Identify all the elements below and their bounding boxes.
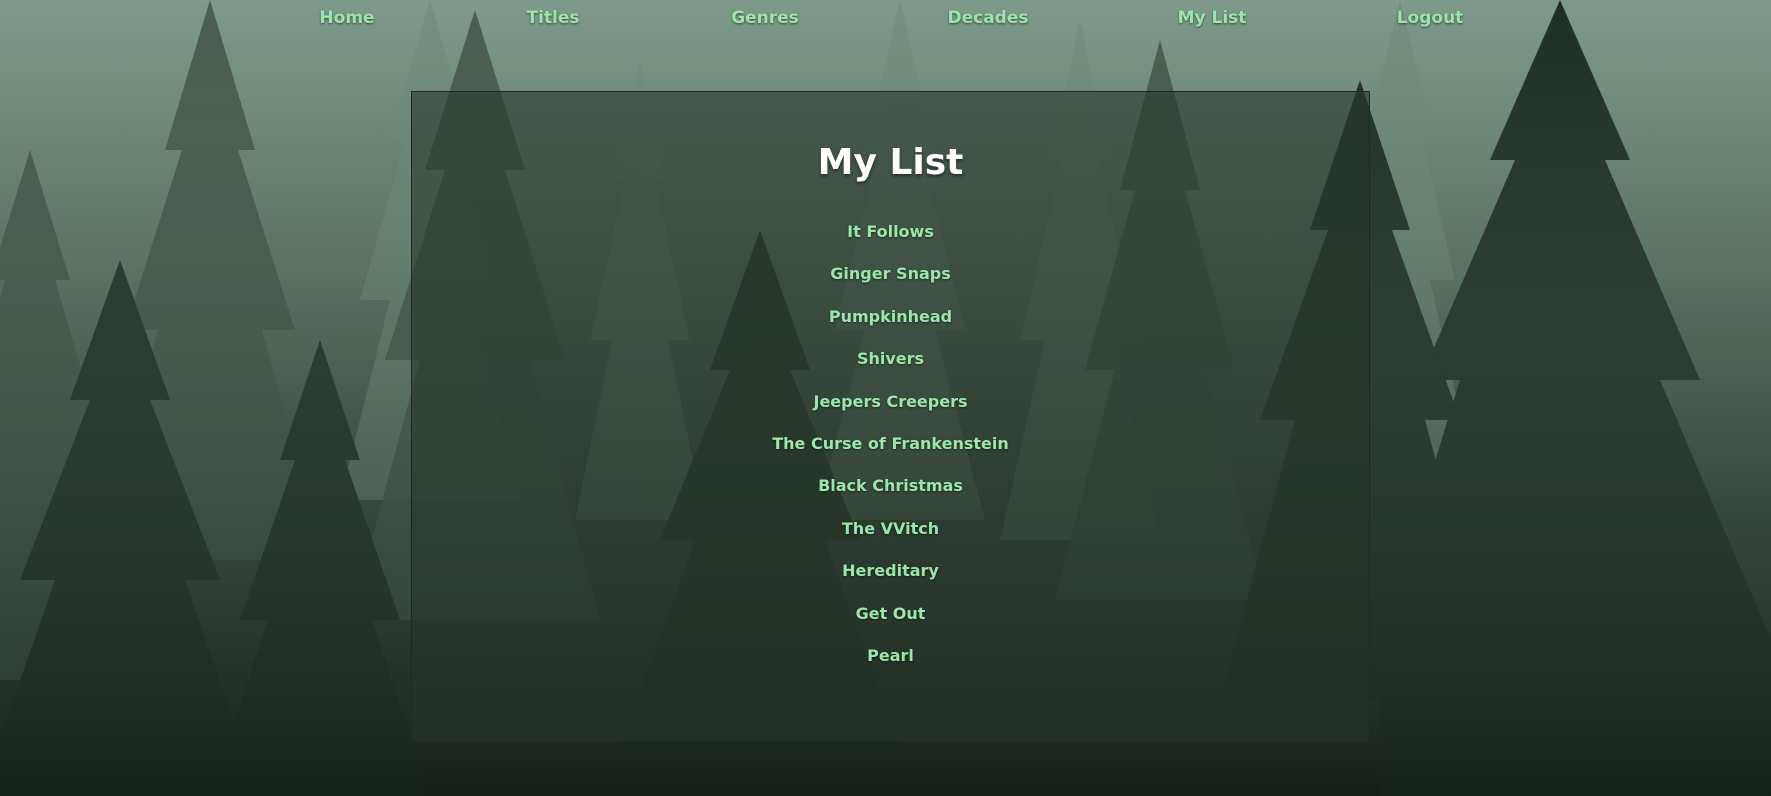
nav-decades-link[interactable]: Decades (918, 8, 1058, 28)
nav-genres-link[interactable]: Genres (695, 8, 835, 28)
list-item: Black Christmas (412, 476, 1369, 518)
list-item: Pumpkinhead (412, 307, 1369, 349)
list-item: Pearl (412, 646, 1369, 688)
list-item: The VVitch (412, 519, 1369, 561)
nav-my-list-link[interactable]: My List (1142, 8, 1282, 28)
movie-link[interactable]: Ginger Snaps (830, 264, 950, 283)
list-item: The Curse of Frankenstein (412, 434, 1369, 476)
nav-logout-link[interactable]: Logout (1360, 8, 1500, 28)
list-item: Shivers (412, 349, 1369, 391)
movie-link[interactable]: The Curse of Frankenstein (772, 434, 1009, 453)
list-item: Hereditary (412, 561, 1369, 603)
my-list-panel: My List It Follows Ginger Snaps Pumpkinh… (411, 91, 1370, 742)
movie-link[interactable]: Get Out (856, 604, 926, 623)
list-item: It Follows (412, 222, 1369, 264)
list-item: Get Out (412, 604, 1369, 646)
movie-link[interactable]: The VVitch (842, 519, 939, 538)
movie-link[interactable]: Pearl (867, 646, 914, 665)
movie-link[interactable]: Shivers (857, 349, 924, 368)
page-title: My List (817, 142, 964, 183)
movie-list: It Follows Ginger Snaps Pumpkinhead Shiv… (412, 222, 1369, 688)
movie-link[interactable]: It Follows (847, 222, 934, 241)
nav-home-link[interactable]: Home (277, 8, 417, 28)
nav-titles-link[interactable]: Titles (483, 8, 623, 28)
list-item: Jeepers Creepers (412, 392, 1369, 434)
top-navigation: Home Titles Genres Decades My List Logou… (0, 8, 1771, 32)
movie-link[interactable]: Jeepers Creepers (814, 392, 968, 411)
movie-link[interactable]: Hereditary (842, 561, 939, 580)
list-item: Ginger Snaps (412, 264, 1369, 306)
movie-link[interactable]: Pumpkinhead (829, 307, 952, 326)
movie-link[interactable]: Black Christmas (818, 476, 963, 495)
